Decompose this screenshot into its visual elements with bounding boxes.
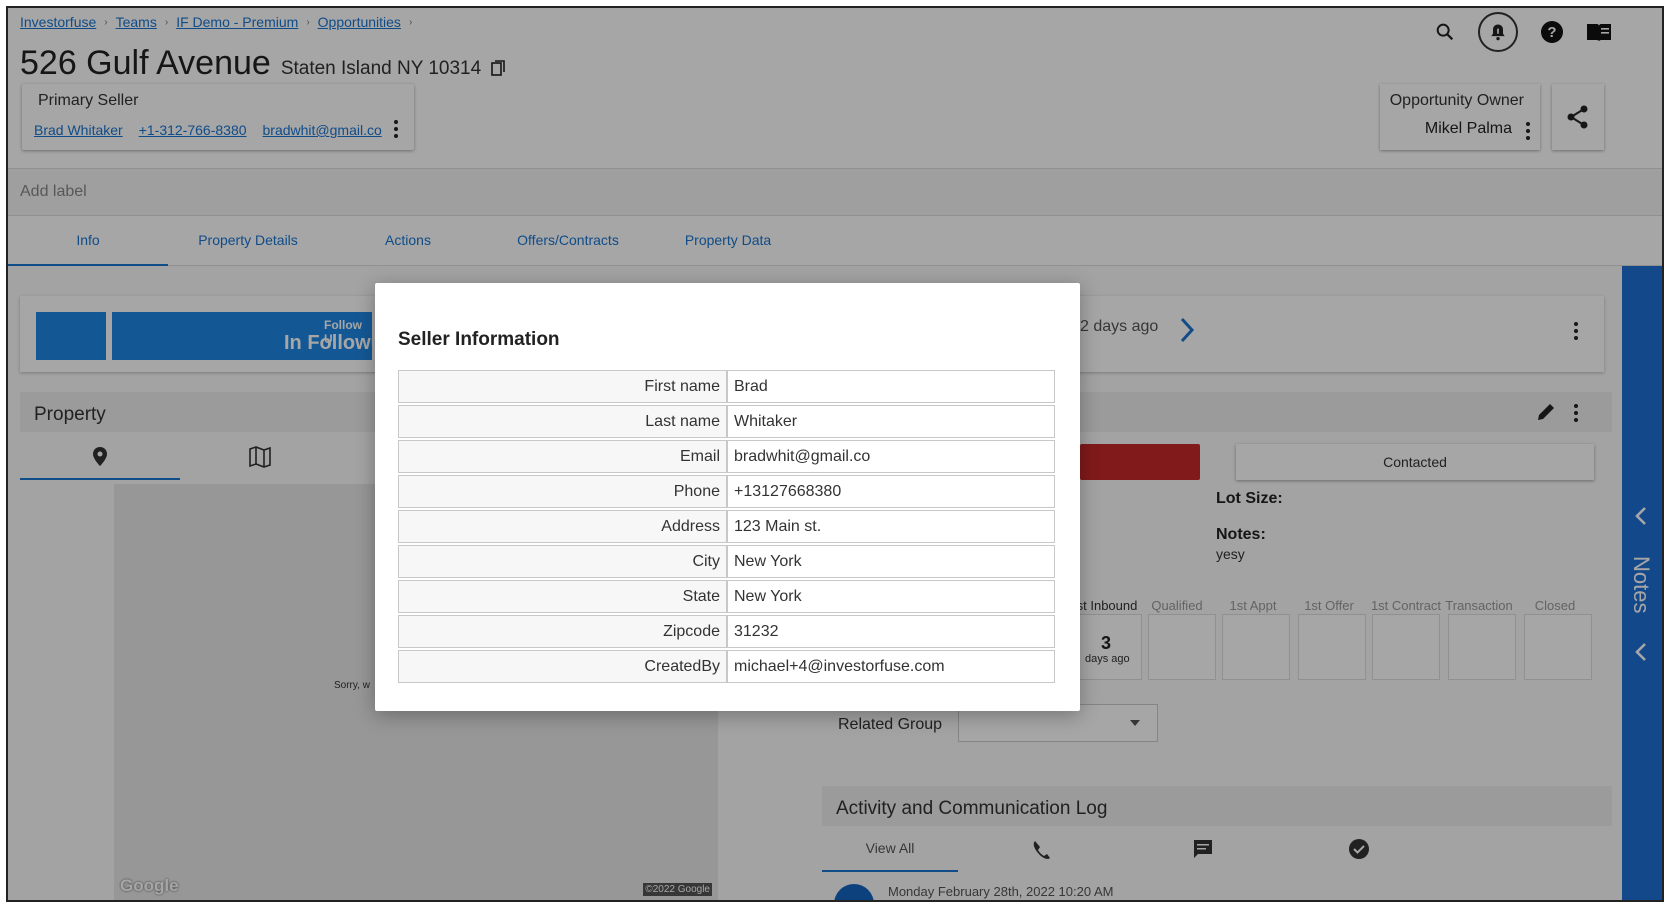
seller-info-key: Address — [398, 510, 727, 543]
seller-info-value: bradwhit@gmail.co — [727, 440, 1055, 473]
dialog-title: Seller Information — [398, 329, 560, 350]
seller-info-key: State — [398, 580, 727, 613]
seller-info-value: michael+4@investorfuse.com — [727, 650, 1055, 683]
seller-info-value: Brad — [727, 370, 1055, 403]
seller-info-row: City New York — [398, 545, 1055, 578]
seller-info-value: 123 Main st. — [727, 510, 1055, 543]
seller-info-row: First name Brad — [398, 370, 1055, 403]
seller-info-row: Address 123 Main st. — [398, 510, 1055, 543]
seller-info-key: Phone — [398, 475, 727, 508]
seller-info-row: Zipcode 31232 — [398, 615, 1055, 648]
seller-info-table: First name Brad Last name Whitaker Email brad… — [398, 368, 1055, 685]
seller-info-row: Phone +13127668380 — [398, 475, 1055, 508]
seller-info-key: CreatedBy — [398, 650, 727, 683]
seller-info-key: First name — [398, 370, 727, 403]
seller-info-row: Last name Whitaker — [398, 405, 1055, 438]
seller-info-row: CreatedBy michael+4@investorfuse.com — [398, 650, 1055, 683]
seller-info-value: +13127668380 — [727, 475, 1055, 508]
seller-info-value: 31232 — [727, 615, 1055, 648]
seller-info-key: Zipcode — [398, 615, 727, 648]
seller-info-row: Email bradwhit@gmail.co — [398, 440, 1055, 473]
seller-info-row: State New York — [398, 580, 1055, 613]
seller-info-value: New York — [727, 580, 1055, 613]
seller-info-dialog: Seller Information First name Brad Last na… — [375, 283, 1080, 711]
seller-info-value: Whitaker — [727, 405, 1055, 438]
seller-info-key: Email — [398, 440, 727, 473]
seller-info-value: New York — [727, 545, 1055, 578]
seller-info-key: Last name — [398, 405, 727, 438]
seller-info-key: City — [398, 545, 727, 578]
app-window: Investorfuse › Teams › IF Demo - Premium › … — [6, 6, 1664, 902]
